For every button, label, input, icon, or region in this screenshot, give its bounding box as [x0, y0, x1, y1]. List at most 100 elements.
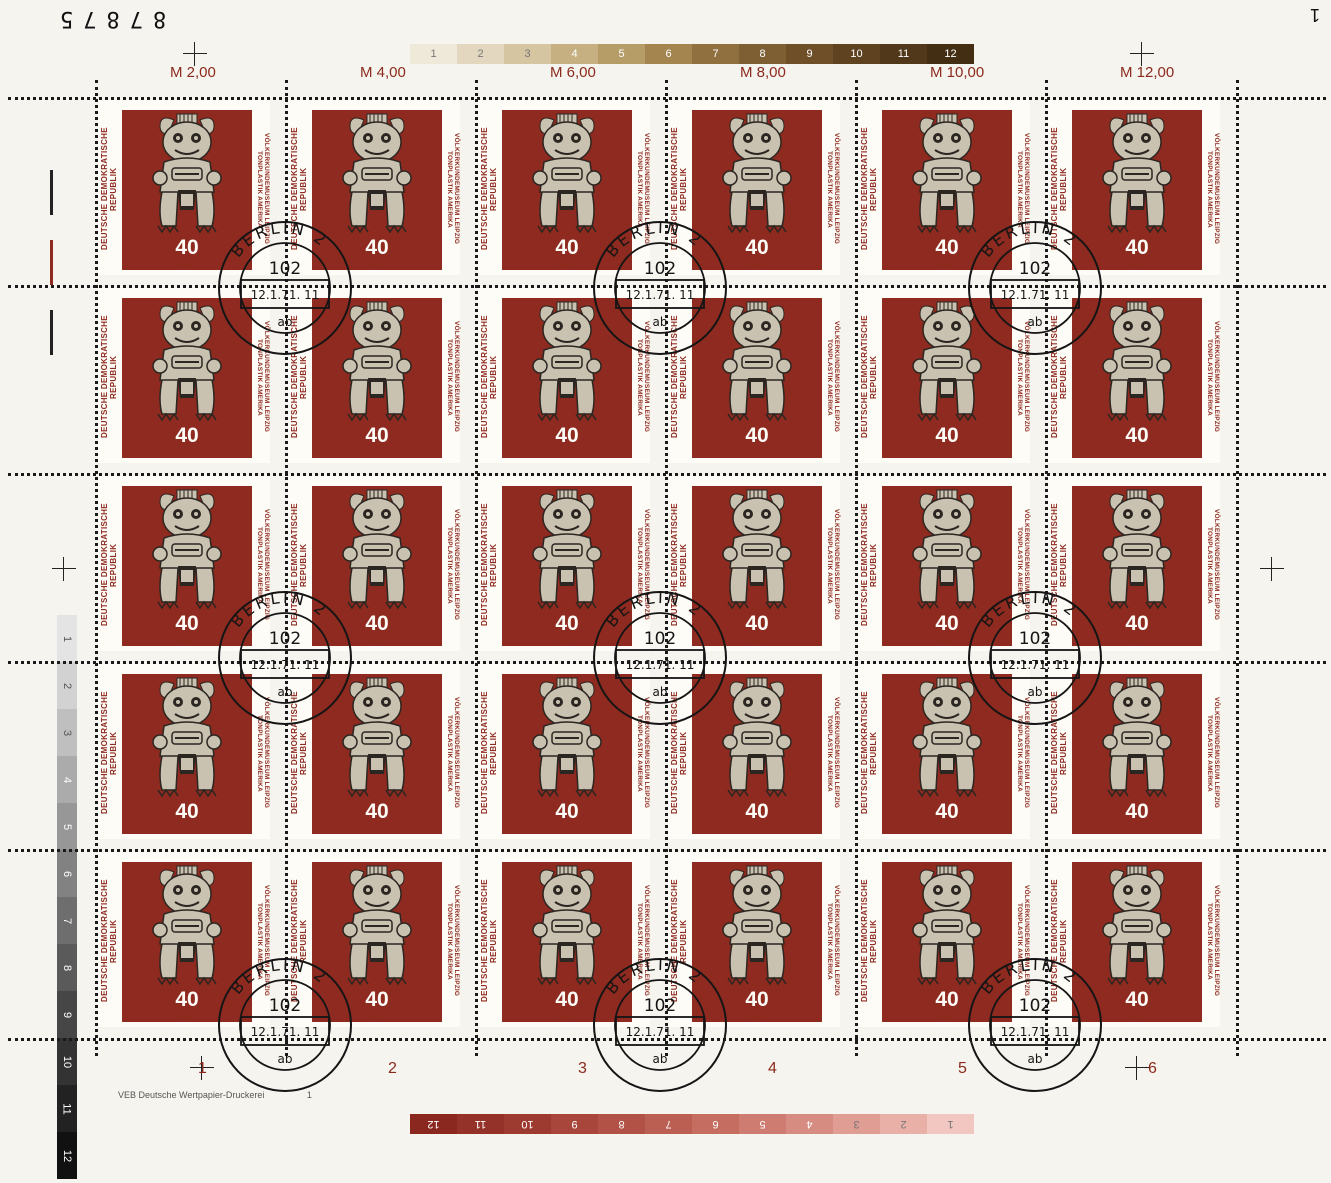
color-swatch: 5: [57, 803, 77, 850]
stamp-museum: VÖLKERKUNDEMUSEUM LEIPZIG TONPLASTIK AME…: [636, 697, 650, 809]
stamp-country: DEUTSCHE DEMOKRATISCHE REPUBLIK: [480, 879, 498, 1003]
clay-figure-icon: [722, 865, 792, 986]
color-swatch: 9: [786, 44, 833, 64]
stamp-value: 40: [745, 424, 769, 447]
clay-figure-icon: [722, 301, 792, 422]
color-swatch: 6: [57, 850, 77, 897]
stamp-value: 40: [175, 236, 199, 259]
stamp-country: DEUTSCHE DEMOKRATISCHE REPUBLIK: [1050, 691, 1068, 815]
clay-figure-icon: [912, 489, 982, 610]
swatch-label: 11: [60, 1102, 73, 1115]
stamp: DEUTSCHE DEMOKRATISCHE REPUBLIK VÖLKERKU…: [1048, 288, 1220, 463]
stamp-museum: VÖLKERKUNDEMUSEUM LEIPZIG TONPLASTIK AME…: [1206, 697, 1220, 809]
clay-figure-icon: [722, 113, 792, 234]
stamp-designer: VOIGT: [1127, 263, 1147, 269]
stamp: DEUTSCHE DEMOKRATISCHE REPUBLIK VÖLKERKU…: [478, 664, 650, 839]
stamp-museum: VÖLKERKUNDEMUSEUM LEIPZIG TONPLASTIK AME…: [826, 133, 840, 245]
color-swatch: 3: [504, 44, 551, 64]
stamp-designer: VOIGT: [557, 827, 577, 833]
stamp: DEUTSCHE DEMOKRATISCHE REPUBLIK VÖLKERKU…: [668, 664, 840, 839]
stamp-museum: VÖLKERKUNDEMUSEUM LEIPZIG TONPLASTIK AME…: [256, 133, 270, 245]
stamp-value: 40: [935, 236, 959, 259]
color-swatch: 5: [739, 1114, 786, 1134]
value-label: M 8,00: [740, 64, 786, 81]
stamp-museum: VÖLKERKUNDEMUSEUM LEIPZIG TONPLASTIK AME…: [256, 321, 270, 433]
stamp-designer: VOIGT: [367, 451, 387, 457]
clay-figure-icon: [342, 489, 412, 610]
swatch-label: 3: [61, 729, 73, 736]
stamp-museum: VÖLKERKUNDEMUSEUM LEIPZIG TONPLASTIK AME…: [256, 509, 270, 621]
clay-figure-icon: [152, 677, 222, 798]
stamp-value: 40: [935, 612, 959, 635]
stamp-country: DEUTSCHE DEMOKRATISCHE REPUBLIK: [860, 315, 878, 439]
stamp-country: DEUTSCHE DEMOKRATISCHE REPUBLIK: [860, 879, 878, 1003]
clay-figure-icon: [912, 865, 982, 986]
stamp-country: DEUTSCHE DEMOKRATISCHE REPUBLIK: [100, 315, 118, 439]
value-label: M 6,00: [550, 64, 596, 81]
clay-figure-icon: [152, 865, 222, 986]
color-swatch: 7: [645, 1114, 692, 1134]
stamp-country: DEUTSCHE DEMOKRATISCHE REPUBLIK: [1050, 127, 1068, 251]
clay-figure-icon: [1102, 677, 1172, 798]
stamp-museum: VÖLKERKUNDEMUSEUM LEIPZIG TONPLASTIK AME…: [446, 697, 460, 809]
stamp-museum: VÖLKERKUNDEMUSEUM LEIPZIG TONPLASTIK AME…: [446, 321, 460, 433]
stamp-value: 40: [745, 800, 769, 823]
stamp-value: 40: [1125, 236, 1149, 259]
stamp-museum: VÖLKERKUNDEMUSEUM LEIPZIG TONPLASTIK AME…: [636, 321, 650, 433]
stamp-museum: VÖLKERKUNDEMUSEUM LEIPZIG TONPLASTIK AME…: [256, 885, 270, 997]
stamp-museum: VÖLKERKUNDEMUSEUM LEIPZIG TONPLASTIK AME…: [1016, 321, 1030, 433]
stamp-museum: VÖLKERKUNDEMUSEUM LEIPZIG TONPLASTIK AME…: [826, 885, 840, 997]
color-swatch: 1: [927, 1114, 974, 1134]
stamp: DEUTSCHE DEMOKRATISCHE REPUBLIK VÖLKERKU…: [478, 852, 650, 1027]
stamp-designer: VOIGT: [1127, 639, 1147, 645]
stamp-country: DEUTSCHE DEMOKRATISCHE REPUBLIK: [1050, 315, 1068, 439]
stamp: DEUTSCHE DEMOKRATISCHE REPUBLIK VÖLKERKU…: [288, 664, 460, 839]
stamp-value: 40: [365, 988, 389, 1011]
color-swatch: 4: [551, 44, 598, 64]
color-swatch: 7: [692, 44, 739, 64]
stamp-sheet: 87875 1 1 2 3 4 5 6 7 8 9 10 11 12 M 2,00 M 4,00 M 6,…: [0, 0, 1331, 1183]
swatch-label: 10: [61, 1055, 73, 1068]
color-swatch: 4: [57, 756, 77, 803]
stamp-country: DEUTSCHE DEMOKRATISCHE REPUBLIK: [480, 315, 498, 439]
postmark-date: 12.1.71. 11: [626, 1025, 695, 1039]
clay-figure-icon: [152, 301, 222, 422]
stamp-value: 40: [935, 424, 959, 447]
column-number: 1: [198, 1060, 207, 1077]
printer-name: VEB Deutsche Wertpapier-Druckerei: [118, 1090, 265, 1100]
stamp: DEUTSCHE DEMOKRATISCHE REPUBLIK VÖLKERKU…: [98, 288, 270, 463]
color-swatch: 12: [57, 1132, 77, 1179]
stamp: DEUTSCHE DEMOKRATISCHE REPUBLIK VÖLKERKU…: [668, 852, 840, 1027]
stamp: DEUTSCHE DEMOKRATISCHE REPUBLIK VÖLKERKU…: [98, 664, 270, 839]
registration-mark: [52, 557, 76, 581]
stamp-value: 40: [555, 612, 579, 635]
stamp-museum: VÖLKERKUNDEMUSEUM LEIPZIG TONPLASTIK AME…: [826, 321, 840, 433]
stamp-museum: VÖLKERKUNDEMUSEUM LEIPZIG TONPLASTIK AME…: [636, 133, 650, 245]
stamp: DEUTSCHE DEMOKRATISCHE REPUBLIK VÖLKERKU…: [288, 476, 460, 651]
registration-mark: [1130, 42, 1154, 66]
stamp: DEUTSCHE DEMOKRATISCHE REPUBLIK VÖLKERKU…: [478, 476, 650, 651]
stamp-designer: VOIGT: [177, 639, 197, 645]
stamp: DEUTSCHE DEMOKRATISCHE REPUBLIK VÖLKERKU…: [478, 288, 650, 463]
stamp-designer: VOIGT: [367, 263, 387, 269]
stamp-designer: VOIGT: [747, 639, 767, 645]
stamp: DEUTSCHE DEMOKRATISCHE REPUBLIK VÖLKERKU…: [858, 100, 1030, 275]
stamp-country: DEUTSCHE DEMOKRATISCHE REPUBLIK: [1050, 879, 1068, 1003]
postmark-date: 12.1.71. 11: [1001, 1025, 1070, 1039]
color-swatch: 8: [57, 944, 77, 991]
perforation-column: [1236, 80, 1239, 1056]
value-label: M 12,00: [1120, 64, 1175, 81]
stamp-museum: VÖLKERKUNDEMUSEUM LEIPZIG TONPLASTIK AME…: [1206, 509, 1220, 621]
stamp-designer: VOIGT: [1127, 1015, 1147, 1021]
stamp: DEUTSCHE DEMOKRATISCHE REPUBLIK VÖLKERKU…: [288, 100, 460, 275]
color-swatch: 12: [927, 44, 974, 64]
registration-mark: [183, 42, 207, 66]
stamp-value: 40: [555, 424, 579, 447]
color-swatch: 3: [833, 1114, 880, 1134]
stamp-country: DEUTSCHE DEMOKRATISCHE REPUBLIK: [480, 691, 498, 815]
stamp-museum: VÖLKERKUNDEMUSEUM LEIPZIG TONPLASTIK AME…: [1206, 321, 1220, 433]
color-swatch: 1: [410, 44, 457, 64]
swatch-label: 5: [61, 823, 73, 830]
color-swatch: 10: [504, 1114, 551, 1134]
color-swatch: 10: [833, 44, 880, 64]
